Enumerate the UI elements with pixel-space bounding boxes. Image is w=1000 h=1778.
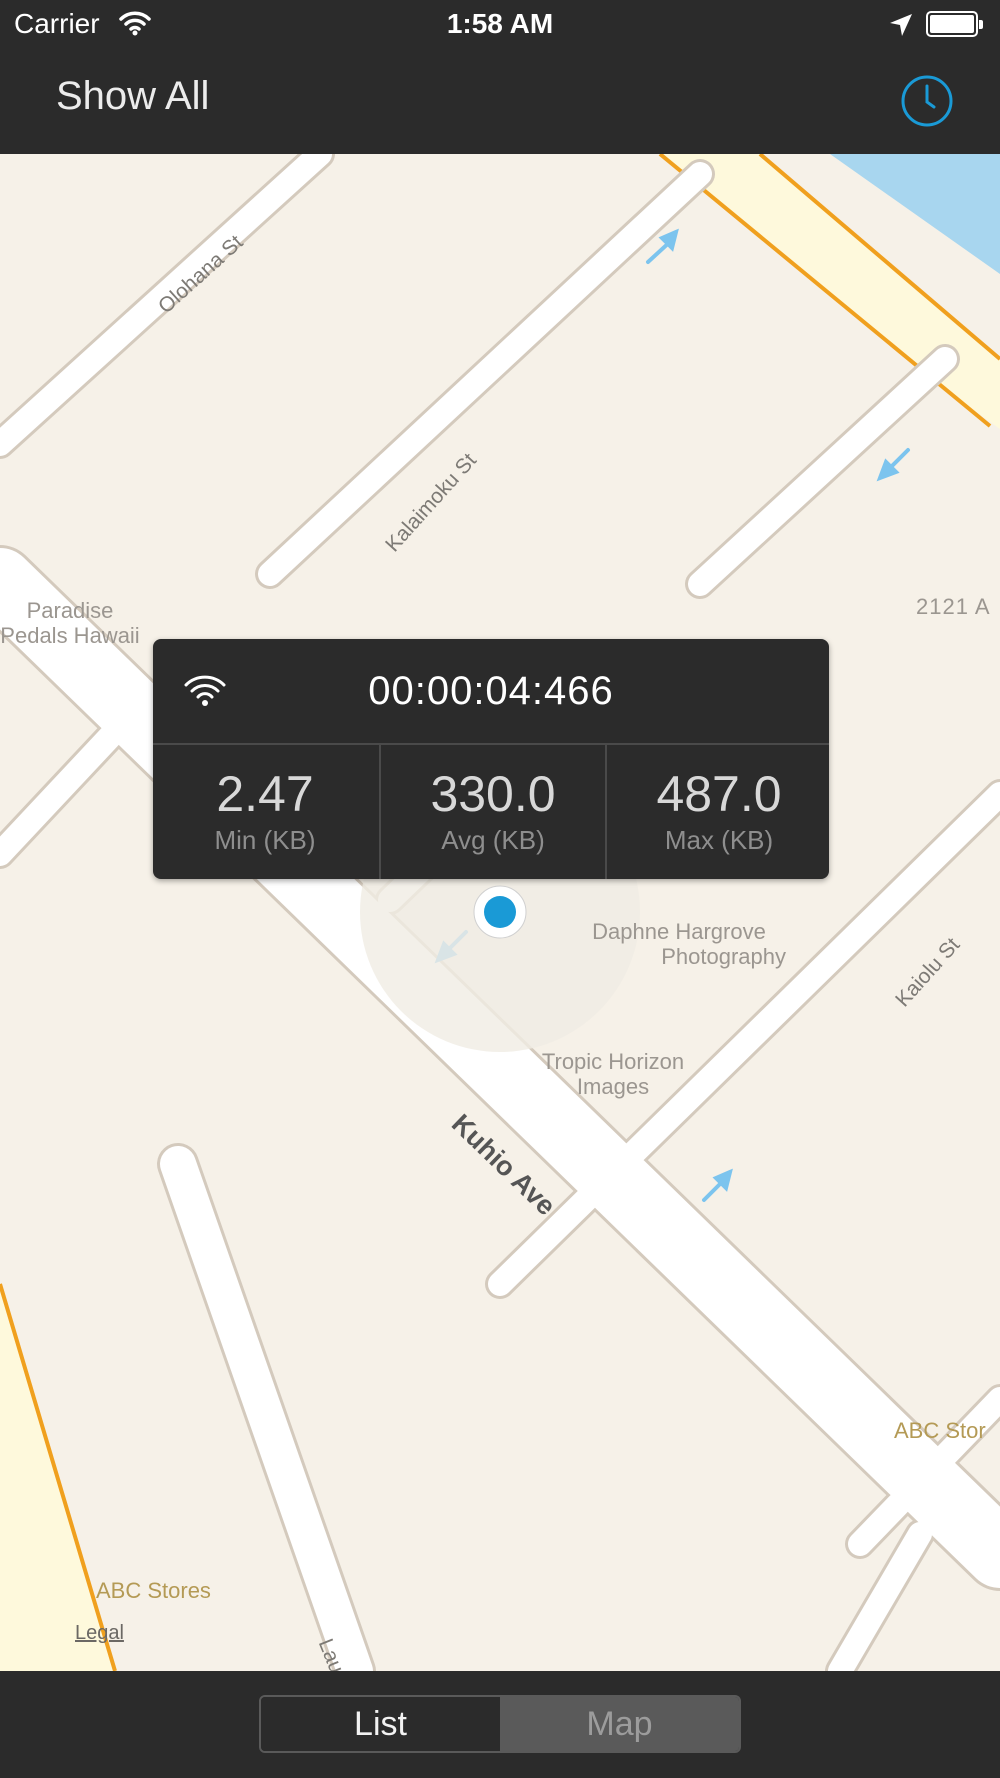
max-value: 487.0 [656, 766, 782, 822]
status-bar: Carrier 1:58 AM [0, 0, 1000, 50]
avg-label: Avg (KB) [441, 825, 545, 855]
poi-tropic-line2: Images [576, 1074, 650, 1099]
max-label: Max (KB) [664, 825, 774, 855]
map-roads [0, 154, 1000, 1671]
stats-popup: 00:00:04:466 2.47 Min (KB) 330.0 Avg (KB… [153, 639, 829, 879]
avg-value: 330.0 [430, 766, 556, 822]
poi-address-2121: 2121 A [916, 594, 991, 619]
battery-icon [926, 11, 983, 37]
min-label: Min (KB) [214, 825, 316, 855]
poi-abc-stores-bottom: ABC Stores [96, 1578, 211, 1603]
poi-paradise-line1: Paradise [26, 598, 114, 623]
navigation-bar: Show All [0, 50, 1000, 154]
max-stat: 487.0 Max (KB) [607, 745, 831, 879]
min-stat: 2.47 Min (KB) [153, 745, 377, 879]
map-view[interactable]: Olohana St Kalaimoku St Kuhio Ave Kaiolu… [0, 154, 1000, 1671]
bottom-toolbar: List Map [0, 1671, 1000, 1778]
poi-paradise-pedals: Paradise Pedals Hawaii [0, 598, 150, 648]
avg-stat: 330.0 Avg (KB) [381, 745, 605, 879]
elapsed-timer: 00:00:04:466 [368, 669, 614, 713]
poi-paradise-line2: Pedals Hawaii [0, 623, 140, 648]
location-arrow-icon [888, 12, 914, 43]
segment-list[interactable]: List [261, 1697, 500, 1751]
poi-abc-stores-right: ABC Stor [894, 1418, 986, 1443]
poi-tropic-horizon: Tropic Horizon Images [520, 1049, 706, 1099]
segment-map[interactable]: Map [500, 1697, 739, 1751]
clock-icon[interactable] [900, 74, 954, 128]
min-value: 2.47 [216, 766, 314, 822]
show-all-button[interactable]: Show All [56, 74, 209, 119]
clock-time: 1:58 AM [446, 8, 554, 39]
view-segmented-control: List Map [259, 1695, 741, 1753]
legal-link[interactable]: Legal [75, 1622, 124, 1645]
poi-daphne-hargrove: Daphne Hargrove Photography [572, 919, 786, 969]
poi-daphne-line2: Photography [661, 944, 786, 969]
popup-header: 00:00:04:466 [153, 639, 829, 745]
poi-tropic-line1: Tropic Horizon [541, 1049, 685, 1074]
poi-daphne-line1: Daphne Hargrove [592, 919, 766, 944]
